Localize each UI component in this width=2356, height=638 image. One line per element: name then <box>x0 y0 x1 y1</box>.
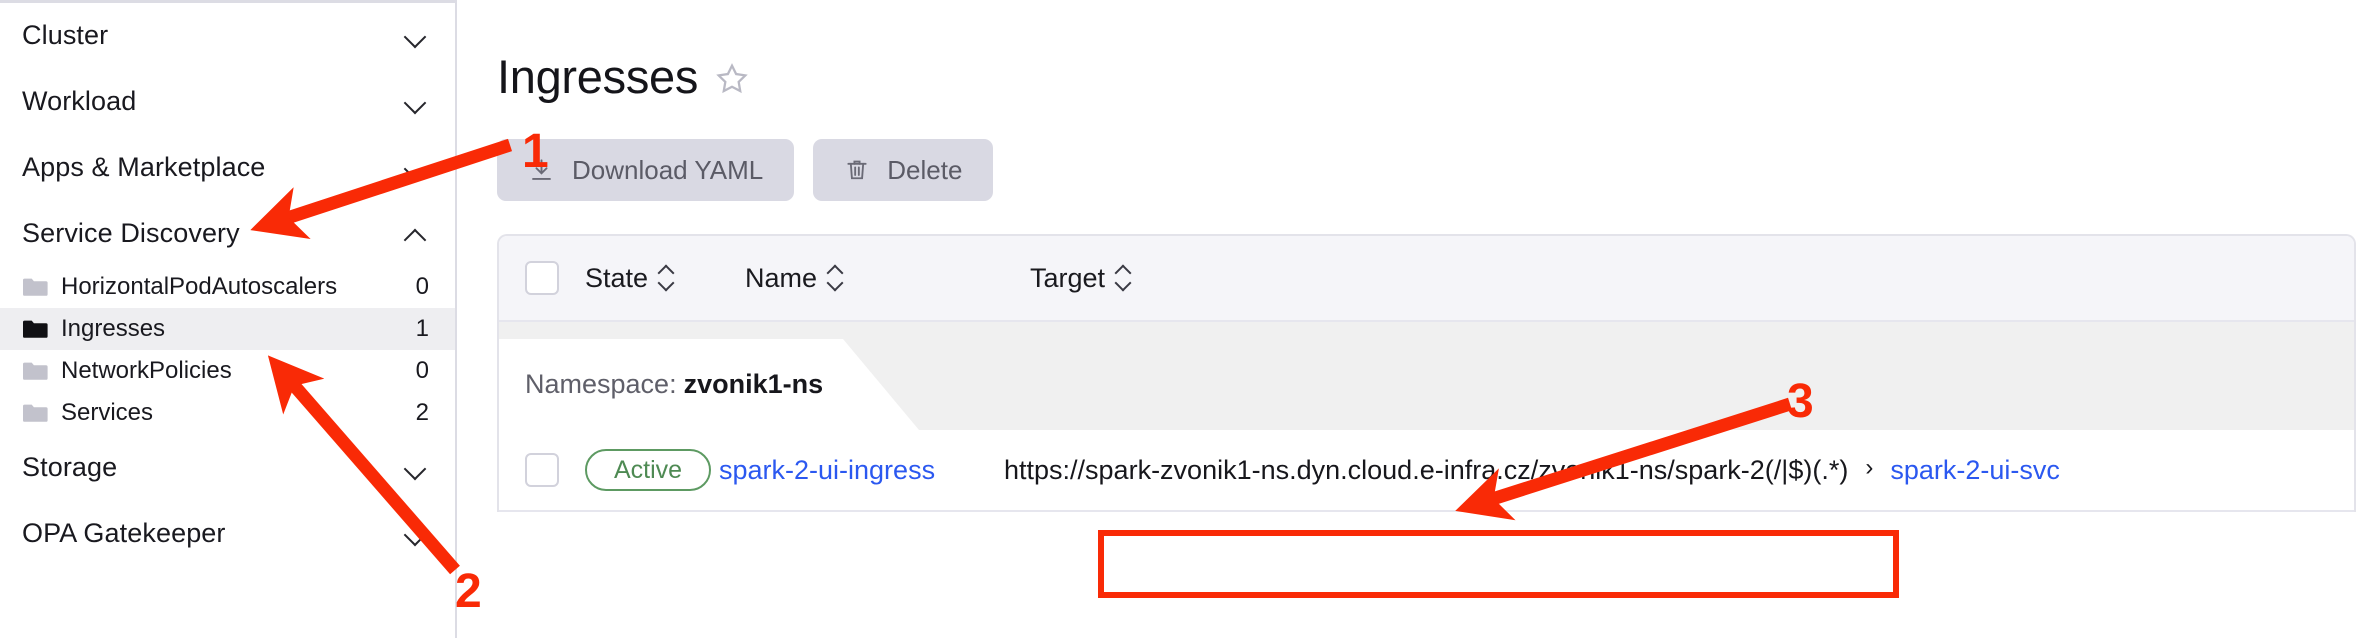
download-icon <box>528 157 555 184</box>
sidebar-group-label: Cluster <box>22 19 109 50</box>
sidebar-item-label: HorizontalPodAutoscalers <box>61 273 338 300</box>
sidebar-group-label: Storage <box>22 451 118 482</box>
delete-button[interactable]: Delete <box>813 139 994 201</box>
sidebar-group-apps-marketplace[interactable]: Apps & Marketplace <box>0 134 455 200</box>
folder-icon <box>22 403 48 423</box>
namespace-label: Namespace: <box>525 369 677 399</box>
namespace-group-header: Namespace: zvonik1-ns <box>499 339 919 430</box>
sidebar-item-label: Services <box>61 399 154 426</box>
chevron-down-icon[interactable] <box>403 520 429 546</box>
select-all-checkbox[interactable] <box>525 261 559 295</box>
download-yaml-button[interactable]: Download YAML <box>497 139 795 201</box>
chevron-down-icon[interactable] <box>403 88 429 114</box>
sort-icon[interactable] <box>826 264 844 292</box>
ingress-name-link[interactable]: spark-2-ui-ingress <box>719 455 935 485</box>
namespace-group-band: Namespace: zvonik1-ns <box>499 322 2354 430</box>
sort-icon[interactable] <box>657 264 675 292</box>
column-header-target[interactable]: Target <box>1030 263 2354 294</box>
folder-icon <box>22 277 48 297</box>
sidebar-group-label: OPA Gatekeeper <box>22 517 226 548</box>
sidebar-item-count: 0 <box>415 357 429 384</box>
cell-target: https://spark-zvonik1-ns.dyn.cloud.e-inf… <box>1004 454 2354 486</box>
trash-icon <box>844 157 870 183</box>
chevron-down-icon[interactable] <box>403 154 429 180</box>
column-header-name-label: Name <box>745 262 818 293</box>
folder-icon <box>22 361 48 381</box>
sidebar-item-label: Ingresses <box>61 315 166 342</box>
chevron-down-icon[interactable] <box>403 22 429 48</box>
column-header-state-label: State <box>585 262 649 293</box>
sidebar-item-count: 1 <box>415 315 429 342</box>
sidebar-group-cluster[interactable]: Cluster <box>0 2 455 68</box>
sidebar-item-count: 0 <box>415 273 429 300</box>
sidebar-item-label: NetworkPolicies <box>61 357 232 384</box>
table-row[interactable]: Active spark-2-ui-ingress https://spark-… <box>499 430 2354 512</box>
sidebar-item-ingresses[interactable]: Ingresses 1 <box>0 308 455 350</box>
column-header-name[interactable]: Name <box>745 263 1030 294</box>
chevron-up-icon[interactable] <box>403 220 429 246</box>
column-header-state[interactable]: State <box>585 263 745 294</box>
row-checkbox[interactable] <box>525 453 559 487</box>
download-yaml-label: Download YAML <box>572 154 764 185</box>
sidebar-item-services[interactable]: Services 2 <box>0 392 455 434</box>
table-header-row: State Name Target <box>499 236 2354 322</box>
main-content: Ingresses Download YAML Delete State Nam… <box>457 0 2356 638</box>
target-url-text: https://spark-zvonik1-ns.dyn.cloud.e-inf… <box>1004 454 1849 485</box>
column-header-target-label: Target <box>1030 262 1106 293</box>
sidebar: Cluster Workload Apps & Marketplace Serv… <box>0 0 457 638</box>
chevron-down-icon[interactable] <box>403 454 429 480</box>
target-service-link[interactable]: spark-2-ui-svc <box>1890 455 2060 486</box>
toolbar: Download YAML Delete <box>497 139 2356 201</box>
sidebar-item-networkpolicies[interactable]: NetworkPolicies 0 <box>0 350 455 392</box>
cell-name: spark-2-ui-ingress <box>719 455 1004 486</box>
ingresses-table: State Name Target Namespace: zvonik1-ns <box>497 234 2356 512</box>
status-badge: Active <box>585 449 711 491</box>
namespace-value: zvonik1-ns <box>683 369 824 399</box>
sidebar-item-count: 2 <box>415 399 429 426</box>
star-outline-icon[interactable] <box>715 62 749 96</box>
sidebar-group-workload[interactable]: Workload <box>0 68 455 134</box>
sidebar-group-storage[interactable]: Storage <box>0 434 455 500</box>
chevron-right-icon: › <box>1865 454 1874 481</box>
top-divider <box>0 0 455 3</box>
page-header: Ingresses <box>497 0 2356 104</box>
folder-icon <box>22 319 48 339</box>
page-title: Ingresses <box>497 49 699 103</box>
sidebar-group-opa-gatekeeper[interactable]: OPA Gatekeeper <box>0 500 455 566</box>
delete-label: Delete <box>887 154 963 185</box>
sort-icon[interactable] <box>1114 264 1132 292</box>
sidebar-item-horizontalpodautoscalers[interactable]: HorizontalPodAutoscalers 0 <box>0 266 455 308</box>
sidebar-group-service-discovery[interactable]: Service Discovery <box>0 200 455 266</box>
sidebar-group-label: Service Discovery <box>22 217 240 248</box>
sidebar-group-label: Workload <box>22 85 137 116</box>
sidebar-group-label: Apps & Marketplace <box>22 151 266 182</box>
cell-state: Active <box>559 449 719 491</box>
